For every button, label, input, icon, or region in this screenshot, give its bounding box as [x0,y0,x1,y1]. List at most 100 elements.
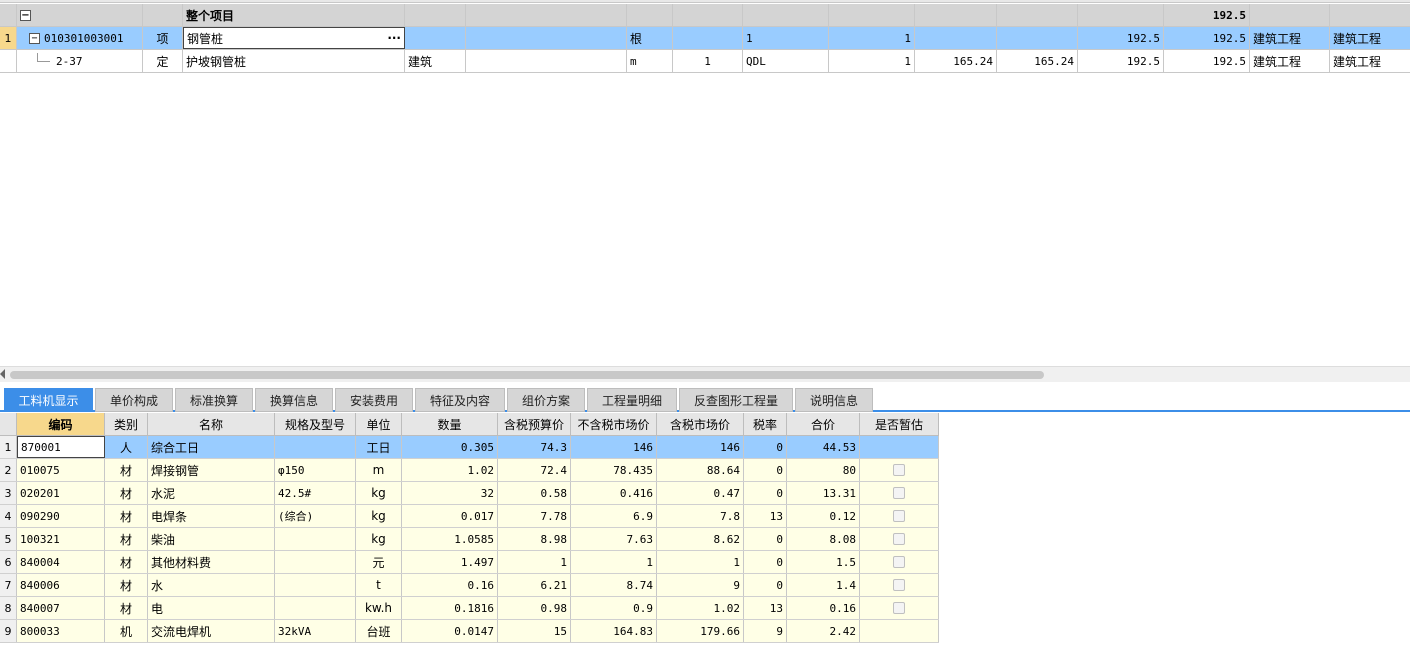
table-row[interactable]: 3 020201 材水泥 42.5# kg 32 0.58 0.416 0.47 0 13.31 [0,482,939,505]
resource-unit: m [356,459,402,481]
tab-pricing-plan[interactable]: 组价方案 [507,388,585,412]
provisional-checkbox[interactable] [860,482,939,504]
scrollbar-thumb[interactable] [10,371,1044,379]
tax-market-price: 1.02 [657,597,744,619]
checkbox-icon[interactable] [893,579,905,591]
pretax-market-price: 7.63 [571,528,657,550]
pretax-market-price: 78.435 [571,459,657,481]
header-name[interactable]: 名称 [148,413,275,435]
more-options-icon[interactable]: ··· [387,31,401,45]
table-row[interactable]: 2-37 定 护坡钢管桩 建筑 m 1 QDL 1 165.24 165.24 … [0,50,1410,73]
table-row[interactable]: 7 840006 材水 t 0.16 6.21 8.74 9 0 1.4 [0,574,939,597]
resource-category: 材 [105,597,148,619]
resource-category: 材 [105,574,148,596]
total-price: 1.4 [787,574,860,596]
summary-row[interactable]: − 整个项目 192.5 [0,4,1410,27]
checkbox-icon[interactable] [893,510,905,522]
header-pretax-market-price[interactable]: 不含税市场价 [571,413,657,435]
tab-reverse-graphic-quantity[interactable]: 反查图形工程量 [679,388,793,412]
header-tax-rate[interactable]: 税率 [744,413,787,435]
item-name-editor[interactable]: 钢管桩 ··· [183,27,405,49]
table-row[interactable]: 5 100321 材柴油 kg 1.0585 8.98 7.63 8.62 0 8.08 [0,528,939,551]
horizontal-scrollbar[interactable] [0,366,1410,382]
tab-labor-material-machine[interactable]: 工料机显示 [4,388,93,412]
grid-header-strip [0,0,1410,3]
provisional-checkbox[interactable] [860,551,939,573]
table-row[interactable]: 4 090290 材电焊条 (综合) kg 0.017 7.78 6.9 7.8 13 0.12 [0,505,939,528]
tax-market-price: 9 [657,574,744,596]
item-type: 项 [143,27,183,49]
resource-code[interactable]: 870001 [17,436,105,458]
grid-header: 编码 类别 名称 规格及型号 单位 数量 含税预算价 不含税市场价 含税市场价 … [0,413,939,436]
row-number [0,4,17,26]
tab-standard-conversion[interactable]: 标准换算 [175,388,253,412]
resource-code: 020201 [17,482,105,504]
row-number: 2 [0,459,17,481]
total-price: 1.5 [787,551,860,573]
tax-budget-price: 6.21 [498,574,571,596]
resource-quantity: 32 [402,482,498,504]
checkbox-icon[interactable] [893,464,905,476]
detail-tabs: 工料机显示 单价构成 标准换算 换算信息 安装费用 特征及内容 组价方案 工程量… [0,384,1410,412]
header-total[interactable]: 合价 [787,413,860,435]
collapse-icon[interactable]: − [20,9,31,21]
provisional-checkbox[interactable] [860,505,939,527]
resource-spec: 32kVA [275,620,356,642]
tax-rate: 0 [744,459,787,481]
provisional-checkbox[interactable] [860,597,939,619]
provisional-checkbox[interactable] [860,459,939,481]
total-price: 2.42 [787,620,860,642]
tax-rate: 9 [744,620,787,642]
provisional-checkbox[interactable] [860,436,939,458]
table-row[interactable]: 1 − 010301003001 项 钢管桩 ··· 根 1 1 192.5 1… [0,27,1410,50]
total-price: 0.12 [787,505,860,527]
provisional-checkbox[interactable] [860,574,939,596]
header-unit[interactable]: 单位 [356,413,402,435]
collapse-icon[interactable]: − [29,32,40,44]
tax-rate: 13 [744,597,787,619]
resource-quantity: 0.305 [402,436,498,458]
table-row[interactable]: 9 800033 机交流电焊机 32kVA 台班 0.0147 15 164.83 179.66… [0,620,939,643]
pretax-market-price: 0.416 [571,482,657,504]
header-category[interactable]: 类别 [105,413,148,435]
row-number: 4 [0,505,17,527]
resource-quantity: 1.02 [402,459,498,481]
tab-unit-price[interactable]: 单价构成 [95,388,173,412]
table-row[interactable]: 1 870001 人综合工日 工日 0.305 74.3 146 146 0 44.53 [0,436,939,459]
checkbox-icon[interactable] [893,487,905,499]
row-number: 1 [0,27,17,49]
provisional-checkbox[interactable] [860,528,939,550]
item-qty: 1 [743,27,829,49]
pretax-market-price: 164.83 [571,620,657,642]
header-quantity[interactable]: 数量 [402,413,498,435]
provisional-checkbox[interactable] [860,620,939,642]
tab-conversion-info[interactable]: 换算信息 [255,388,333,412]
item-grid: − 整个项目 192.5 1 − 010301003001 项 钢管桩 ··· … [0,0,1410,74]
table-row[interactable]: 2 010075 材焊接钢管 φ150 m 1.02 72.4 78.435 88.64 0 80 [0,459,939,482]
resource-spec [275,574,356,596]
resource-code: 800033 [17,620,105,642]
tab-quantity-detail[interactable]: 工程量明细 [587,388,677,412]
tab-description[interactable]: 说明信息 [795,388,873,412]
resource-unit: kw.h [356,597,402,619]
pretax-market-price: 6.9 [571,505,657,527]
table-row[interactable]: 8 840007 材电 kw.h 0.1816 0.98 0.9 1.02 13 0.16 [0,597,939,620]
header-spec[interactable]: 规格及型号 [275,413,356,435]
resource-unit: kg [356,505,402,527]
pretax-market-price: 1 [571,551,657,573]
tab-features[interactable]: 特征及内容 [415,388,505,412]
checkbox-icon[interactable] [893,533,905,545]
resource-unit: 工日 [356,436,402,458]
header-tax-budget-price[interactable]: 含税预算价 [498,413,571,435]
resource-category: 人 [105,436,148,458]
checkbox-icon[interactable] [893,602,905,614]
resource-name: 柴油 [148,528,275,550]
checkbox-icon[interactable] [893,556,905,568]
tax-market-price: 1 [657,551,744,573]
header-provisional[interactable]: 是否暂估 [860,413,939,435]
header-tax-market-price[interactable]: 含税市场价 [657,413,744,435]
tab-install-fee[interactable]: 安装费用 [335,388,413,412]
table-row[interactable]: 6 840004 材其他材料费元 1.497 1 1 1 0 1.5 [0,551,939,574]
header-code[interactable]: 编码 [17,413,105,435]
scroll-left-icon[interactable] [0,369,5,379]
